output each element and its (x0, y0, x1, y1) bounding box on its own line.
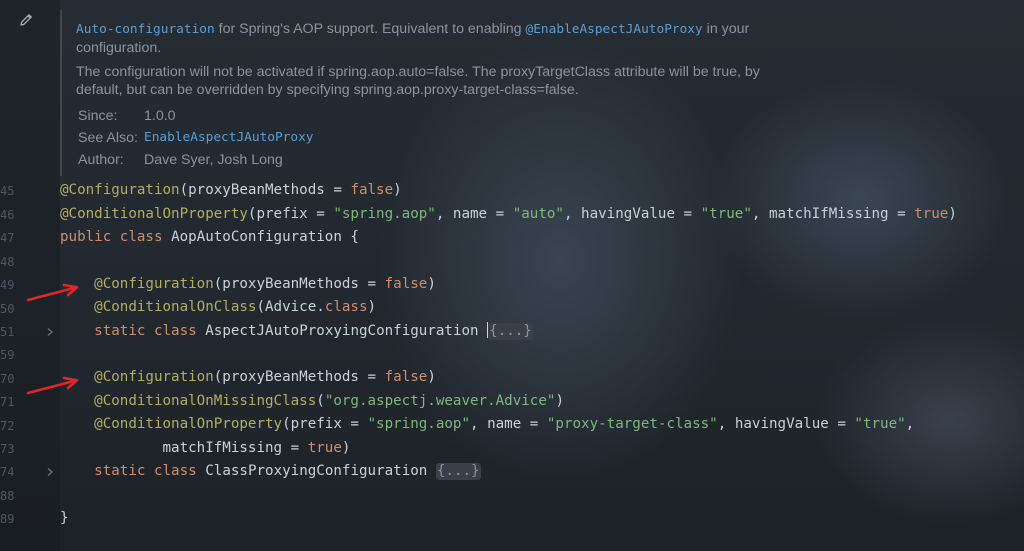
line-number: 72 (0, 419, 15, 433)
line-number: 74 (0, 465, 15, 479)
line-number: 59 (0, 348, 15, 362)
red-arrow-icon (26, 376, 79, 395)
line-number: 70 (0, 372, 15, 386)
folded-region[interactable]: {...} (435, 463, 481, 480)
code-line-47[interactable]: public class AopAutoConfiguration { (60, 228, 359, 246)
see-also-label: See Also: (78, 130, 138, 146)
red-arrow-icon (26, 283, 79, 302)
author-label: Author: (78, 152, 124, 168)
code-line-89[interactable]: } (60, 509, 69, 527)
chevron-right-icon[interactable] (45, 327, 55, 337)
javadoc-block: Auto-configuration for Spring's AOP supp… (60, 10, 782, 176)
chevron-right-icon[interactable] (45, 467, 55, 477)
since-label: Since: (78, 108, 118, 124)
code-line-73[interactable]: matchIfMissing = true) (60, 439, 351, 457)
line-number: 71 (0, 395, 15, 409)
author-value: Dave Syer, Josh Long (144, 152, 283, 168)
code-line-45[interactable]: @Configuration(proxyBeanMethods = false) (60, 181, 402, 199)
see-also-link[interactable]: EnableAspectJAutoProxy (144, 129, 314, 147)
line-number: 46 (0, 208, 15, 222)
code-line-50[interactable]: @ConditionalOnClass(Advice.class) (60, 298, 376, 316)
doc-link-auto-configuration[interactable]: Auto-configuration (76, 22, 215, 37)
folded-region[interactable]: {...} (488, 323, 533, 340)
code-line-71[interactable]: @ConditionalOnMissingClass("org.aspectj.… (60, 392, 564, 410)
doc-paragraph-1: Auto-configuration for Spring's AOP supp… (76, 21, 750, 56)
code-line-72[interactable]: @ConditionalOnProperty(prefix = "spring.… (60, 415, 914, 433)
pencil-icon[interactable] (18, 12, 34, 28)
code-line-51[interactable]: static class AspectJAutoProxyingConfigur… (60, 322, 533, 340)
line-number: 49 (0, 278, 15, 292)
doc-link-enable-aspectj[interactable]: @EnableAspectJAutoProxy (526, 22, 703, 37)
line-number: 89 (0, 512, 15, 526)
code-line-74[interactable]: static class ClassProxyingConfiguration … (60, 462, 481, 480)
code-line-49[interactable]: @Configuration(proxyBeanMethods = false) (60, 275, 436, 293)
line-number: 51 (0, 325, 15, 339)
line-number: 88 (0, 489, 15, 503)
line-number: 45 (0, 184, 15, 198)
doc-paragraph-2: The configuration will not be activated … (76, 64, 760, 98)
line-number: 73 (0, 442, 15, 456)
since-value: 1.0.0 (144, 108, 176, 124)
code-line-46[interactable]: @ConditionalOnProperty(prefix = "spring.… (60, 205, 957, 223)
line-number: 50 (0, 302, 15, 316)
line-number: 48 (0, 255, 15, 269)
code-line-70[interactable]: @Configuration(proxyBeanMethods = false) (60, 368, 436, 386)
line-number: 47 (0, 231, 15, 245)
